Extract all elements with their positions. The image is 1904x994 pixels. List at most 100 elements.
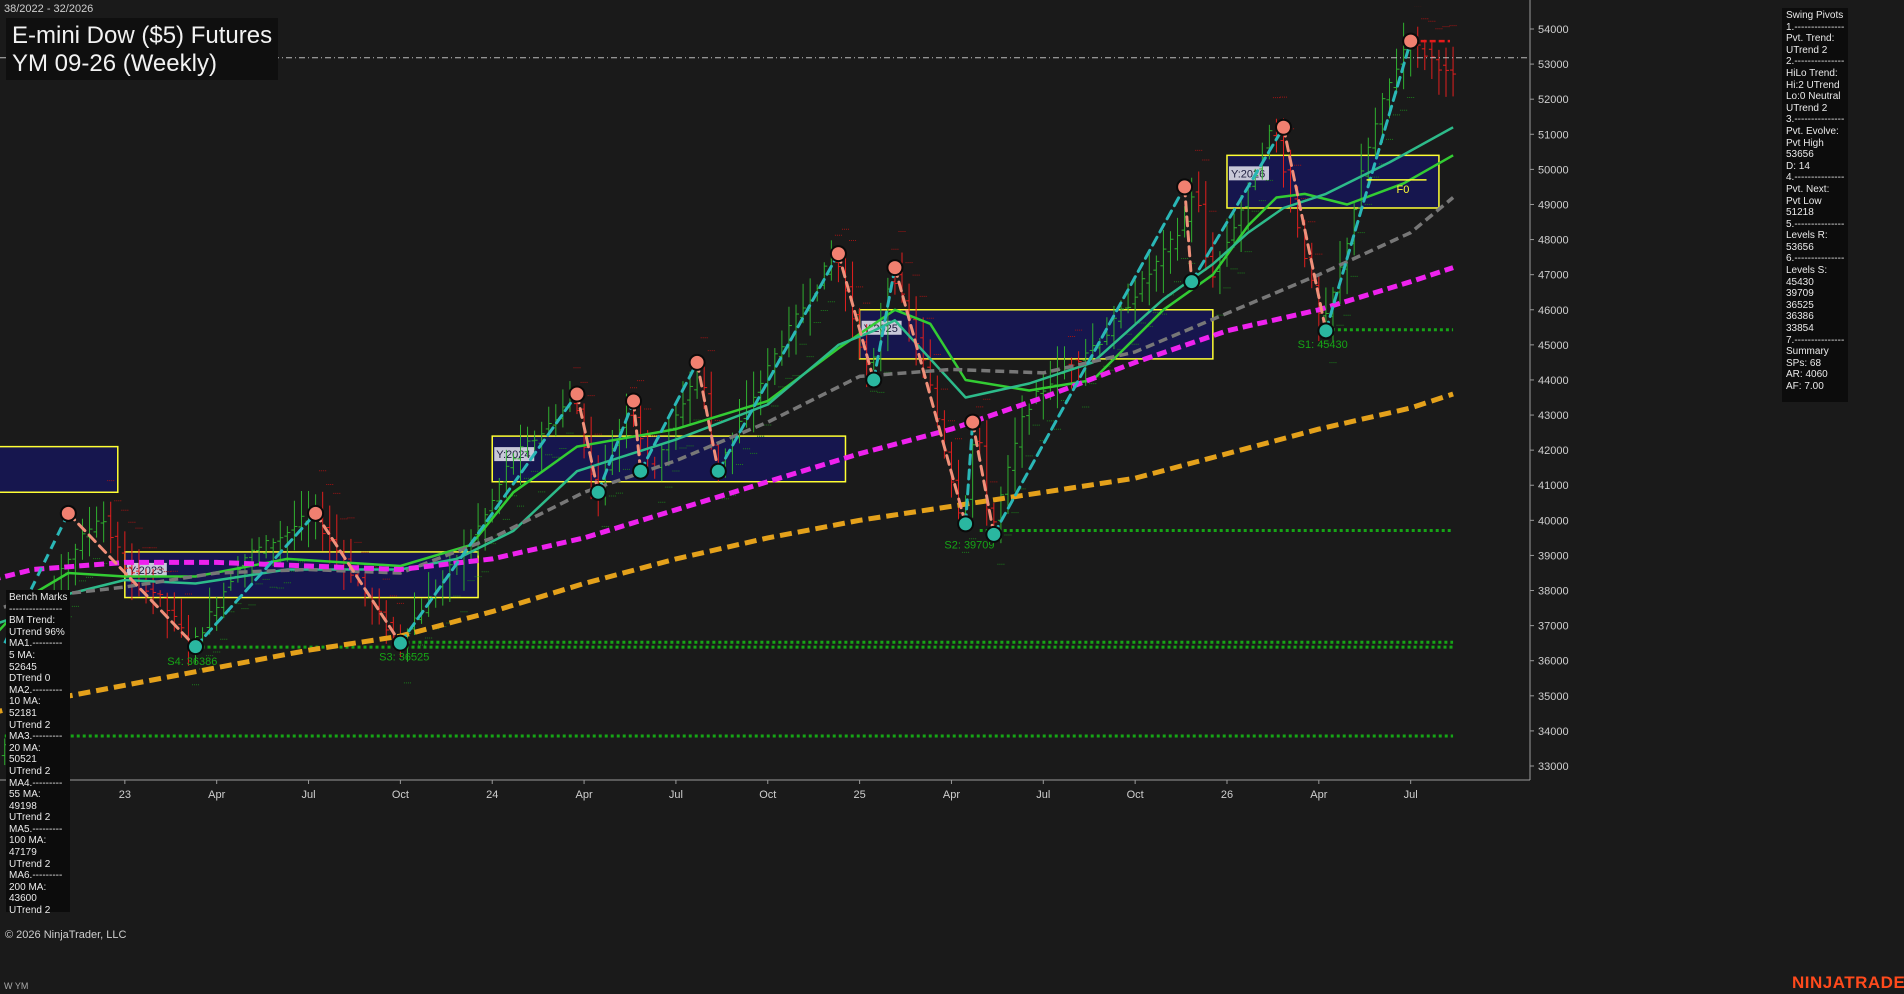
bench-panel-line: MA5.---------	[9, 823, 63, 835]
ninjatrader-logo: NINJATRADER	[1792, 973, 1904, 992]
bench-panel-line: UTrend 2	[9, 905, 51, 917]
swing-low-marker	[709, 462, 727, 480]
date-range: 38/2022 - 32/2026	[4, 3, 94, 15]
swing-panel-line: Levels S:	[1786, 265, 1828, 277]
chart-title-box: E-mini Dow ($5) Futures YM 09-26 (Weekly…	[6, 18, 279, 80]
bench-panel-line: 20 MA:	[9, 742, 41, 754]
moving-average-line	[0, 265, 1454, 581]
y-tick-label: 49000	[1538, 199, 1569, 211]
x-tick-label: Jul	[1404, 789, 1418, 801]
swing-panel-line: Pvt. Trend:	[1786, 33, 1835, 45]
swing-high-marker	[1176, 178, 1194, 196]
swing-panel-line: 53656	[1786, 149, 1814, 161]
swing-panel-line: Swing Pivots	[1786, 10, 1844, 21]
chart-subtitle: YM 09-26 (Weekly)	[12, 50, 217, 77]
swing-leg	[971, 420, 996, 536]
swing-panel-line: 1.----------------	[1786, 21, 1844, 33]
swing-panel-line: 4.----------------	[1786, 172, 1844, 184]
x-tick-label: Oct	[759, 789, 776, 801]
y-tick-label: 41000	[1538, 480, 1569, 492]
y-tick-label: 52000	[1538, 94, 1569, 106]
bench-panel-line: DTrend 0	[9, 673, 51, 685]
swing-high-marker	[886, 259, 904, 277]
x-tick-label: Apr	[208, 789, 225, 801]
bench-panel-line: 52181	[9, 707, 37, 719]
x-tick-label: Apr	[576, 789, 593, 801]
y-tick-label: 47000	[1538, 270, 1569, 282]
swing-panel-line: 36386	[1786, 311, 1814, 323]
y-tick-label: 37000	[1538, 621, 1569, 633]
swing-low-marker	[957, 515, 975, 533]
swing-low-marker	[186, 638, 204, 656]
swing-high-marker	[964, 413, 982, 431]
swing-high-marker	[625, 392, 643, 410]
y-tick-label: 48000	[1538, 235, 1569, 247]
swing-panel-line: Pvt Low	[1786, 195, 1822, 207]
zone-label: Y:2026	[1231, 168, 1265, 180]
swing-panel-line: D: 14	[1786, 160, 1810, 172]
swing-high-marker	[1275, 118, 1293, 136]
y-tick-label: 51000	[1538, 129, 1569, 141]
swing-low-marker	[865, 371, 883, 389]
bench-panel-line: 100 MA:	[9, 835, 47, 847]
swing-low-marker	[985, 525, 1003, 543]
price-chart[interactable]: Y:2023Y:2024Y:2025Y:2026S1: 45430S2: 397…	[0, 0, 1904, 994]
x-tick-label: Apr	[943, 789, 960, 801]
yearly-zone	[0, 445, 119, 494]
y-tick-label: 43000	[1538, 410, 1569, 422]
support-level-label: S4: 36386	[167, 656, 217, 668]
x-tick-label: Jul	[669, 789, 683, 801]
x-tick-label: Jul	[302, 789, 316, 801]
bench-panel-line: 10 MA:	[9, 696, 41, 708]
y-tick-label: 38000	[1538, 586, 1569, 598]
swing-panel-line: AF: 7.00	[1786, 381, 1824, 392]
y-tick-label: 45000	[1538, 340, 1569, 352]
y-tick-label: 39000	[1538, 550, 1569, 562]
swing-panel-line: SPs: 68	[1786, 357, 1822, 369]
bench-panel-line: 43600	[9, 893, 37, 905]
swing-panel-line: 7.----------------	[1786, 334, 1844, 346]
swing-low-marker	[632, 462, 650, 480]
swing-panel-line: 33854	[1786, 323, 1814, 335]
swing-leg	[992, 185, 1187, 536]
swing-panel-line: Pvt. Next:	[1786, 183, 1830, 195]
x-tick-label: Oct	[1127, 789, 1144, 801]
y-tick-label: 54000	[1538, 24, 1569, 36]
fo-label: F0	[1397, 184, 1410, 196]
swing-panel-line: Hi:2 UTrend	[1786, 79, 1840, 91]
swing-panel-line: 2.----------------	[1786, 56, 1844, 68]
swing-panel-line: 39709	[1786, 288, 1814, 300]
bench-panel-line: 5 MA:	[9, 649, 36, 661]
bench-panel-line: MA1.---------	[9, 638, 63, 650]
bench-panel-line: MA6.---------	[9, 870, 63, 882]
swing-panel-line: Summary	[1786, 346, 1829, 358]
swing-panel-line: Pvt. Evolve:	[1786, 125, 1839, 137]
x-tick-label: 23	[119, 789, 131, 801]
bench-panel-line: MA3.---------	[9, 731, 63, 743]
y-tick-label: 44000	[1538, 375, 1569, 387]
bench-panel-line: 49198	[9, 800, 37, 812]
swing-panel-line: UTrend 2	[1786, 102, 1828, 114]
swing-panel-line: Pvt High	[1786, 137, 1824, 149]
swing-high-marker	[829, 245, 847, 263]
y-tick-label: 33000	[1538, 761, 1569, 773]
bench-panel-line: BM Trend:	[9, 615, 56, 627]
moving-average-line	[0, 196, 1455, 611]
bench-panel-line: UTrend 96%	[9, 626, 65, 638]
swing-pivots-panel: Swing Pivots 1.---------------- Pvt. Trend…	[1782, 8, 1848, 402]
x-tick-label: 25	[853, 789, 865, 801]
bench-panel-line: UTrend 2	[9, 858, 51, 870]
swing-panel-line: 36525	[1786, 299, 1814, 311]
bench-panel-line: 47179	[9, 847, 37, 859]
swing-panel-line: AR: 4060	[1786, 369, 1828, 381]
x-tick-label: Apr	[1310, 789, 1327, 801]
y-tick-label: 36000	[1538, 656, 1569, 668]
bench-panel-line: Bench Marks	[9, 592, 67, 603]
swing-high-marker	[59, 504, 77, 522]
swing-low-marker	[589, 483, 607, 501]
swing-leg	[398, 392, 579, 645]
x-tick-label: Oct	[392, 789, 409, 801]
bench-panel-line: MA2.---------	[9, 684, 63, 696]
y-tick-label: 46000	[1538, 305, 1569, 317]
bench-panel-line: ----------------	[9, 603, 63, 615]
